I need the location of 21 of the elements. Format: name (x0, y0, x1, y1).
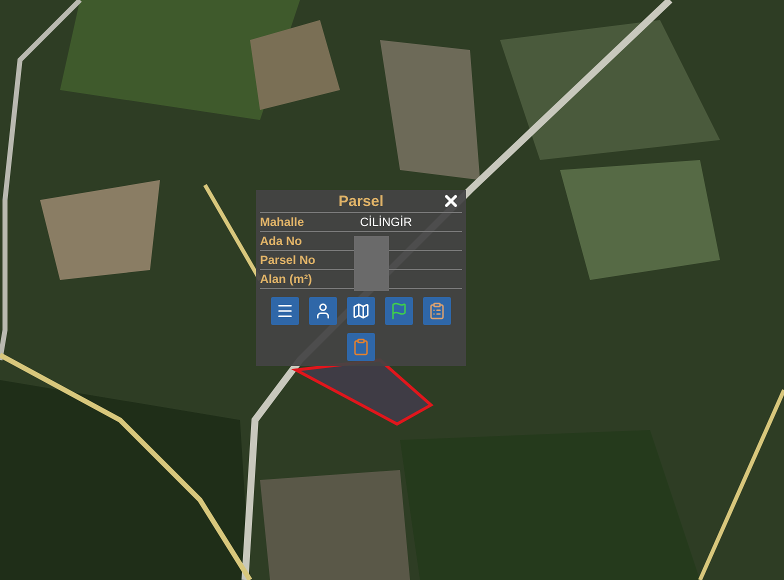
map-icon (352, 302, 370, 320)
field-label: Parsel No (260, 253, 316, 267)
map-button[interactable] (347, 297, 375, 325)
close-icon (442, 192, 460, 210)
field-label: Mahalle (260, 215, 306, 229)
flag-button[interactable] (385, 297, 413, 325)
menu-button[interactable] (271, 297, 299, 325)
field-label: Ada No (260, 234, 303, 248)
field-value: CİLİNGİR (360, 215, 412, 229)
clipboard-icon (352, 338, 370, 356)
redaction-block (354, 236, 389, 291)
field-label: Alan (m²) (260, 272, 313, 286)
person-button[interactable] (309, 297, 337, 325)
clipboard-button[interactable] (423, 297, 451, 325)
menu-icon (276, 302, 294, 320)
clipboard-button[interactable] (347, 333, 375, 361)
popup-title: Parsel (338, 192, 384, 210)
clipboard-list-icon (428, 302, 446, 320)
person-icon (314, 302, 332, 320)
close-button[interactable] (442, 192, 460, 210)
flag-icon (390, 302, 408, 320)
